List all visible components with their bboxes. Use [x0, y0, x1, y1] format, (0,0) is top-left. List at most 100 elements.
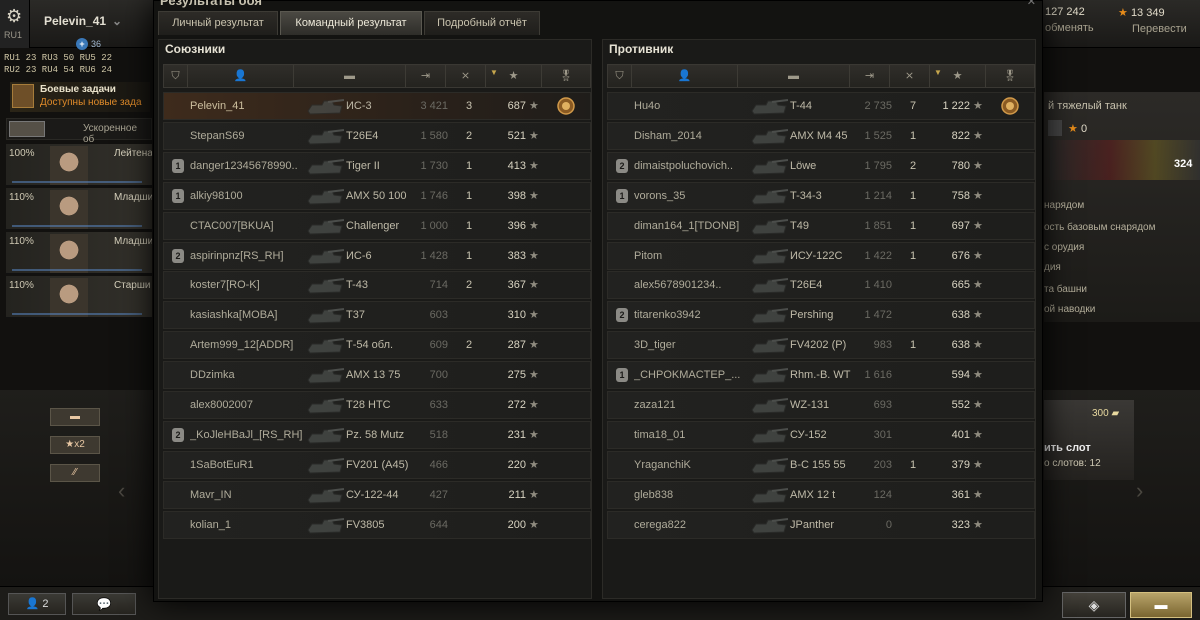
player-account-dropdown[interactable]: Pelevin_41 ⌄ — [32, 8, 132, 38]
tank-silhouette-icon — [751, 517, 788, 534]
player-row[interactable]: Pitom ИСУ-122С 1 422 1 676 ★ — [607, 241, 1035, 270]
checkbox[interactable] — [1048, 120, 1062, 136]
module-stat: ость базовым снарядом — [1044, 222, 1156, 233]
kills-value: 2 — [465, 279, 473, 292]
exchange-link[interactable]: обменять — [1045, 22, 1115, 34]
tank-column-header[interactable]: ▬ — [738, 65, 850, 87]
player-row[interactable]: 2 _KoJleHBaJl_[RS_RH] Pz. 58 Mutz 518 231 ★ — [163, 420, 591, 449]
platoon-button[interactable]: ◈ — [1062, 592, 1126, 618]
player-row[interactable]: DDzimka AMX 13 75 700 275 ★ — [163, 361, 591, 390]
xp-value: 638 — [951, 309, 970, 322]
accelerated-training-toggle[interactable]: Ускоренное об — [6, 118, 152, 145]
player-name: kolian_1 — [190, 518, 231, 531]
carousel-left-arrow[interactable]: ‹ — [118, 478, 125, 504]
carousel-right-arrow[interactable]: › — [1136, 478, 1143, 504]
online-counter[interactable]: +36 — [76, 38, 101, 50]
player-row[interactable]: koster7[RO-K] T-43 714 2 367 ★ — [163, 271, 591, 300]
player-row[interactable]: 2 aspirinpnz[RS_RH] ИС-6 1 428 1 383 ★ — [163, 241, 591, 270]
player-row[interactable]: diman164_1[TDONB] T49 1 851 1 697 ★ — [607, 211, 1035, 240]
xp-column-header[interactable]: ▼ ★ — [930, 65, 986, 87]
enemies-panel: Противник ⛉ 👤 ▬ ⇥ ⨯ ▼ ★ 🎖 Hu4o T-44 2 735 7 1… — [602, 39, 1036, 599]
missions-banner[interactable]: Боевые задачи Доступны новые зада — [10, 82, 150, 112]
kills-column-header[interactable]: ⨯ — [446, 65, 486, 87]
buy-slot-card[interactable]: 300 ▰ ить слот о слотов: 12 — [1044, 400, 1134, 480]
player-row[interactable]: StepanS69 T26E4 1 580 2 521 ★ — [163, 121, 591, 150]
player-column-header[interactable]: 👤 — [188, 65, 294, 87]
player-row[interactable]: alex5678901234.. T26E4 1 410 665 ★ — [607, 271, 1035, 300]
player-row[interactable]: YraganchiK B-C 155 55 203 1 379 ★ — [607, 450, 1035, 479]
free-xp-balance[interactable]: ★ 13 349 Перевести — [1118, 6, 1198, 35]
player-row[interactable]: 1 vorons_35 T-34-3 1 214 1 758 ★ — [607, 181, 1035, 210]
tank-silhouette-icon — [307, 128, 344, 145]
player-row[interactable]: zaza121 WZ-131 693 552 ★ — [607, 391, 1035, 419]
close-icon[interactable]: ✕ — [1027, 0, 1036, 8]
crew-member[interactable]: 100% Лейтена — [6, 144, 152, 186]
player-row[interactable]: kolian_1 FV3805 644 200 ★ — [163, 510, 591, 539]
crew-member[interactable]: 110% Младши — [6, 232, 152, 274]
player-column-header[interactable]: 👤 — [632, 65, 738, 87]
player-name: aspirinpnz[RS_RH] — [190, 249, 284, 262]
player-name: Pelevin_41 — [44, 14, 107, 28]
tab-detailed-report[interactable]: Подробный отчёт — [424, 11, 540, 35]
damage-value: 124 — [873, 488, 892, 501]
crew-member[interactable]: 110% Старши — [6, 276, 152, 318]
tab-personal-result[interactable]: Личный результат — [158, 11, 278, 35]
player-row[interactable]: Mavr_IN СУ-122-44 427 211 ★ — [163, 480, 591, 509]
medal-column-header[interactable]: 🎖 — [542, 65, 590, 87]
settings-button[interactable]: ⚙ RU1 — [0, 0, 30, 48]
damage-column-header[interactable]: ⇥ — [850, 65, 890, 87]
x2-bonus-button[interactable]: ★x2 — [50, 436, 100, 454]
player-row[interactable]: gleb838 AMX 12 t 124 361 ★ — [607, 480, 1035, 509]
xp-column-header[interactable]: ▼ ★ — [486, 65, 542, 87]
kills-value: 1 — [465, 219, 473, 232]
medal-column-header[interactable]: 🎖 — [986, 65, 1034, 87]
tank-silhouette-icon — [751, 278, 788, 294]
tab-team-result[interactable]: Командный результат — [280, 11, 422, 35]
squad-column-header[interactable]: ⛉ — [164, 65, 188, 87]
kills-value: 1 — [465, 249, 473, 262]
player-row[interactable]: Hu4o T-44 2 735 7 1 222 ★ — [607, 92, 1035, 120]
star-icon: ★ — [529, 339, 539, 352]
squad-badge-icon: 2 — [172, 248, 184, 263]
players-button[interactable]: 👤 2 — [8, 593, 66, 615]
tank-silhouette-icon — [307, 338, 344, 354]
kills-icon: ⨯ — [460, 70, 471, 82]
ammo-button[interactable]: ⁄⁄ — [50, 464, 100, 482]
kills-column-header[interactable]: ⨯ — [890, 65, 930, 87]
tank-column-header[interactable]: ▬ — [294, 65, 406, 87]
tank-filter-button[interactable]: ▬ — [50, 408, 100, 426]
player-row[interactable]: cerega822 JPanther 0 323 ★ — [607, 510, 1035, 539]
tank-silhouette-icon — [307, 278, 344, 294]
player-row[interactable]: 1 danger12345678990.. Tiger II 1 730 1 413 ★ — [163, 151, 591, 180]
medal-icon: 🎖 — [559, 70, 573, 82]
toggle-button[interactable] — [9, 121, 45, 137]
player-row[interactable]: tima18_01 СУ-152 301 401 ★ — [607, 420, 1035, 449]
convert-xp-link[interactable]: Перевести — [1118, 23, 1198, 35]
player-row[interactable]: 2 titarenko3942 Pershing 1 472 638 ★ — [607, 301, 1035, 330]
player-name: Pitom — [634, 249, 663, 262]
player-row[interactable]: 1SaBotEuR1 FV201 (A45) 466 220 ★ — [163, 450, 591, 479]
table-header: ⛉ 👤 ▬ ⇥ ⨯ ▼ ★ 🎖 — [163, 64, 591, 88]
missions-title: Боевые задачи — [40, 84, 116, 95]
damage-column-header[interactable]: ⇥ — [406, 65, 446, 87]
player-row[interactable]: 1 alkiy98100 AMX 50 100 1 746 1 398 ★ — [163, 181, 591, 210]
xp-value: 275 — [507, 369, 526, 382]
gold-balance[interactable]: 127 242 обменять — [1045, 6, 1115, 34]
kills-value: 2 — [909, 159, 917, 172]
player-row[interactable]: 3D_tiger FV4202 (P) 983 1 638 ★ — [607, 331, 1035, 360]
player-row[interactable]: 2 dimaistpoluchovich.. Löwe 1 795 2 780 ★ — [607, 151, 1035, 180]
player-row[interactable]: CTAC007[BKUA] Challenger 1 000 1 396 ★ — [163, 211, 591, 240]
sort-arrow-icon: ▼ — [934, 68, 942, 77]
player-row[interactable]: kasiashka[MOBA] T37 603 310 ★ — [163, 301, 591, 330]
player-row[interactable]: Disham_2014 AMX M4 45 1 525 1 822 ★ — [607, 121, 1035, 150]
player-row[interactable]: Artem999_12[ADDR] Т-54 обл. 609 2 287 ★ — [163, 331, 591, 360]
chat-button[interactable]: 💬 — [72, 593, 136, 615]
player-row[interactable]: 1 _CHPOKMACTEP_... Rhm.-B. WT 1 616 594 ★ — [607, 361, 1035, 390]
damage-value: 983 — [873, 339, 892, 352]
squad-column-header[interactable]: ⛉ — [608, 65, 632, 87]
crew-member[interactable]: 110% Младши — [6, 188, 152, 230]
battle-button[interactable]: ▬ — [1130, 592, 1192, 618]
player-row[interactable]: alex8002007 T28 HTC 633 272 ★ — [163, 391, 591, 419]
damage-value: 1 472 — [864, 309, 892, 322]
player-row[interactable]: Pelevin_41 ИС-3 3 421 3 687 ★ — [163, 92, 591, 120]
